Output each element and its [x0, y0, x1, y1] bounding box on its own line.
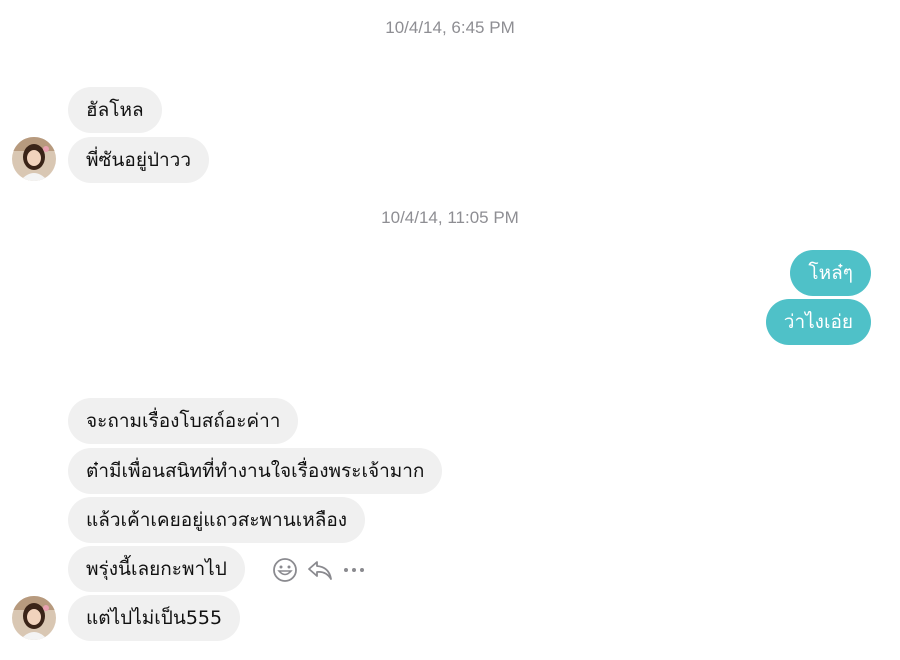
more-icon[interactable] [342, 557, 366, 583]
avatar[interactable] [12, 137, 56, 181]
message-bubble-incoming[interactable]: ฮัลโหล [68, 87, 162, 133]
message-bubble-incoming[interactable]: พี่ซันอยู่ป่าวว [68, 137, 210, 183]
timestamp: 10/4/14, 11:05 PM [381, 208, 519, 227]
reply-icon[interactable] [306, 557, 334, 583]
emoji-react-icon[interactable] [272, 557, 298, 583]
message-actions [272, 556, 366, 584]
message-bubble-incoming[interactable]: ต๋ามีเพื่อนสนิทที่ทำงานใจเรื่องพระเจ้ามา… [68, 448, 443, 494]
message-bubble-incoming[interactable]: พรุ่งนี้เลยกะพาไป [68, 546, 245, 592]
message-bubble-outgoing[interactable]: ว่าไงเอ่ย [765, 299, 871, 345]
message-bubble-incoming[interactable]: จะถามเรื่องโบสถ์อะค่าา [68, 398, 299, 444]
avatar[interactable] [12, 596, 56, 640]
message-bubble-outgoing[interactable]: โหล๋ๆ [790, 250, 871, 296]
message-bubble-incoming[interactable]: แต่ไปไม่เป็น555 [68, 595, 241, 641]
timestamp: 10/4/14, 6:45 PM [385, 18, 515, 37]
message-bubble-incoming[interactable]: แล้วเค้าเคยอยู่แถวสะพานเหลือง [68, 497, 366, 543]
